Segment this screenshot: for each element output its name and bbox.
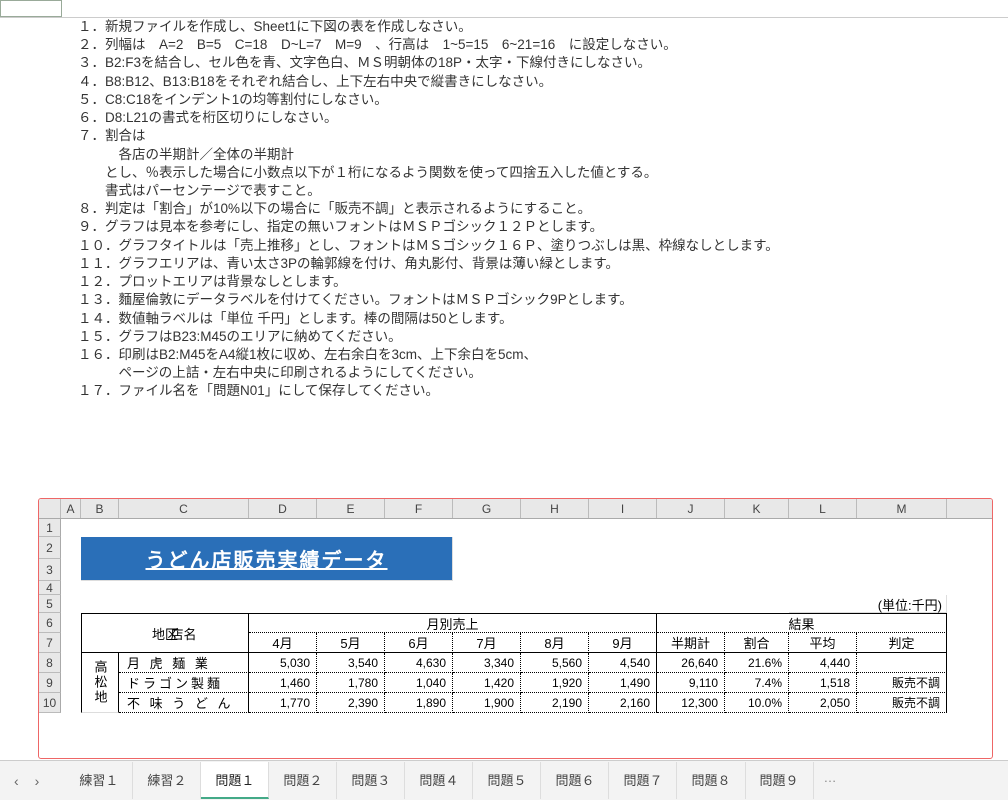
col-header-A[interactable]: A (61, 499, 81, 518)
hdr-half: 半期計 (657, 633, 725, 653)
cell-r0-c2: 4,630 (385, 653, 453, 673)
judge-2: 販売不調 (857, 693, 947, 713)
col-header-G[interactable]: G (453, 499, 521, 518)
half-0: 26,640 (657, 653, 725, 673)
cell-r2-c4: 2,190 (521, 693, 589, 713)
row-headers: 12345678910 (39, 519, 61, 713)
hdr-monthly: 月別売上 (249, 613, 657, 633)
sheet-tab-1[interactable]: 練習２ (133, 762, 201, 799)
col-header-B[interactable]: B (81, 499, 119, 518)
tab-next-icon[interactable]: › (29, 771, 46, 791)
cell-r1-c2: 1,040 (385, 673, 453, 693)
row-header-3[interactable]: 3 (39, 559, 61, 581)
sheet-tab-5[interactable]: 問題４ (405, 762, 473, 799)
row-header-4[interactable]: 4 (39, 581, 61, 595)
half-2: 12,300 (657, 693, 725, 713)
sheet-tab-2[interactable]: 問題１ (201, 762, 269, 799)
col-header-I[interactable]: I (589, 499, 657, 518)
spreadsheet-preview: ABCDEFGHIJKLM 12345678910 うどん店販売実績データ (単位… (38, 498, 993, 759)
avg-0: 4,440 (789, 653, 857, 673)
col-header-L[interactable]: L (789, 499, 857, 518)
col-header-M[interactable]: M (857, 499, 947, 518)
cell-r2-c0: 1,770 (249, 693, 317, 713)
sheet-tab-7[interactable]: 問題６ (541, 762, 609, 799)
cell-r0-c4: 5,560 (521, 653, 589, 673)
cells-area: うどん店販売実績データ(単位:千円)地区店名月別売上結果4月5月6月7月8月9月… (61, 519, 992, 758)
col-header-E[interactable]: E (317, 499, 385, 518)
cell-r2-c5: 2,160 (589, 693, 657, 713)
sheet-tab-0[interactable]: 練習１ (65, 762, 133, 799)
cell-r0-c5: 4,540 (589, 653, 657, 673)
cell-r0-c1: 3,540 (317, 653, 385, 673)
hdr-month-3: 7月 (453, 633, 521, 653)
sheet-tab-10[interactable]: 問題９ (746, 762, 814, 799)
col-header-J[interactable]: J (657, 499, 725, 518)
row-header-1[interactable]: 1 (39, 519, 61, 537)
tab-more-icon[interactable]: … (814, 762, 847, 799)
row-header-7[interactable]: 7 (39, 633, 61, 653)
table-title: うどん店販売実績データ (81, 537, 453, 581)
hdr-ratio: 割合 (725, 633, 789, 653)
hdr-month-5: 9月 (589, 633, 657, 653)
hdr-month-0: 4月 (249, 633, 317, 653)
hdr-results: 結果 (657, 613, 947, 633)
row-header-6[interactable]: 6 (39, 613, 61, 633)
row-header-5[interactable]: 5 (39, 595, 61, 613)
ratio-0: 21.6% (725, 653, 789, 673)
ratio-1: 7.4% (725, 673, 789, 693)
sheet-tab-3[interactable]: 問題２ (269, 762, 337, 799)
tab-prev-icon[interactable]: ‹ (8, 771, 25, 791)
row-header-9[interactable]: 9 (39, 673, 61, 693)
avg-2: 2,050 (789, 693, 857, 713)
sheet-tab-4[interactable]: 問題３ (337, 762, 405, 799)
sheet-tabs-bar: ‹ › 練習１練習２問題１問題２問題３問題４問題５問題６問題７問題８問題９… (0, 760, 1008, 800)
judge-0 (857, 653, 947, 673)
cell-r1-c4: 1,920 (521, 673, 589, 693)
avg-1: 1,518 (789, 673, 857, 693)
hdr-store: 店名 (119, 613, 249, 653)
sheet-tab-8[interactable]: 問題７ (609, 762, 677, 799)
ratio-2: 10.0% (725, 693, 789, 713)
cell-r2-c1: 2,390 (317, 693, 385, 713)
col-header-F[interactable]: F (385, 499, 453, 518)
col-header-K[interactable]: K (725, 499, 789, 518)
column-headers: ABCDEFGHIJKLM (39, 499, 992, 519)
cell-r0-c0: 5,030 (249, 653, 317, 673)
instructions-text: １．新規ファイルを作成し、Sheet1に下図の表を作成しなさい。 ２．列幅は A… (0, 18, 1008, 401)
half-1: 9,110 (657, 673, 725, 693)
row-header-10[interactable]: 10 (39, 693, 61, 713)
cell-r1-c1: 1,780 (317, 673, 385, 693)
judge-1: 販売不調 (857, 673, 947, 693)
tab-nav: ‹ › (8, 771, 45, 791)
col-header-H[interactable]: H (521, 499, 589, 518)
cell-r1-c0: 1,460 (249, 673, 317, 693)
hdr-month-1: 5月 (317, 633, 385, 653)
col-header-C[interactable]: C (119, 499, 249, 518)
col-header-D[interactable]: D (249, 499, 317, 518)
store-2: 不 味 う ど ん (119, 693, 249, 713)
hdr-judge: 判定 (857, 633, 947, 653)
unit-label: (単位:千円) (789, 595, 947, 613)
cell-r1-c5: 1,490 (589, 673, 657, 693)
name-box[interactable] (0, 0, 62, 17)
row-header-8[interactable]: 8 (39, 653, 61, 673)
cell-r2-c3: 1,900 (453, 693, 521, 713)
hdr-avg: 平均 (789, 633, 857, 653)
hdr-month-2: 6月 (385, 633, 453, 653)
cell-r0-c3: 3,340 (453, 653, 521, 673)
store-1: ドラゴン製麵 (119, 673, 249, 693)
row-header-2[interactable]: 2 (39, 537, 61, 559)
cell-r1-c3: 1,420 (453, 673, 521, 693)
region-a: 高松地 (81, 653, 119, 713)
store-0: 月 虎 麺 業 (119, 653, 249, 673)
sheet-tab-6[interactable]: 問題５ (473, 762, 541, 799)
hdr-month-4: 8月 (521, 633, 589, 653)
sheet-tab-9[interactable]: 問題８ (677, 762, 745, 799)
cell-r2-c2: 1,890 (385, 693, 453, 713)
